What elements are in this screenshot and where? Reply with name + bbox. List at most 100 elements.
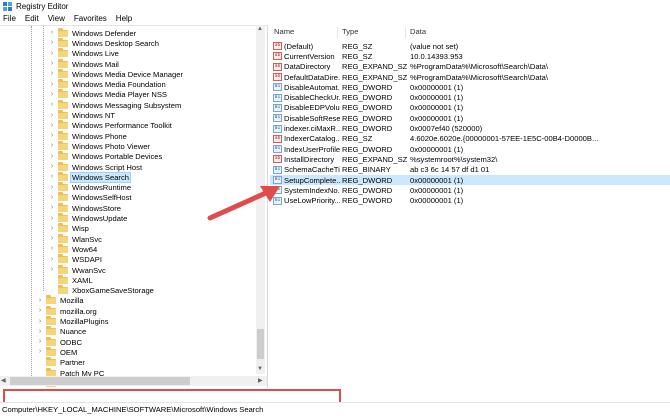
chevron-right-icon[interactable]: › xyxy=(49,163,55,171)
column-header-name[interactable]: Name xyxy=(274,27,294,38)
tree-item[interactable]: › WindowsRuntime xyxy=(49,182,132,193)
tree-item[interactable]: › WSDAPI xyxy=(49,254,103,265)
tree-item[interactable]: Partner xyxy=(37,357,86,368)
value-row[interactable]: 01 UseLowPriority... REG_DWORD 0x00000001 (… xyxy=(270,196,670,206)
scroll-right-icon[interactable]: ▶ xyxy=(258,377,263,385)
tree-item[interactable]: › WindowsSelfHost xyxy=(49,192,133,203)
column-header-data[interactable]: Data xyxy=(410,27,426,38)
value-row[interactable]: ab DataDirectory REG_EXPAND_SZ %ProgramData… xyxy=(270,62,670,72)
chevron-right-icon[interactable]: › xyxy=(37,348,43,356)
value-row[interactable]: 01 DisableAutomat... REG_DWORD 0x00000001 (… xyxy=(270,82,670,92)
value-row[interactable]: ab IndexerCatalog... REG_SZ 4.6020e.6020e.{… xyxy=(270,134,670,144)
chevron-right-icon[interactable]: › xyxy=(49,153,55,161)
tree-item[interactable]: › Windows Performance Toolkit xyxy=(49,120,173,131)
tree-item[interactable]: › ODBC xyxy=(37,336,83,347)
menu-view[interactable]: View xyxy=(48,14,65,23)
chevron-right-icon[interactable]: › xyxy=(49,101,55,109)
value-row[interactable]: 01IndexUserProfile...REG_DWORD 0x00000001… xyxy=(270,144,670,154)
tree-item[interactable]: › Windows NT xyxy=(49,110,116,120)
scroll-down-icon[interactable]: ▼ xyxy=(257,365,263,373)
tree-item[interactable]: › WwanSvc xyxy=(49,264,107,275)
menu-file[interactable]: File xyxy=(3,14,16,23)
values-list[interactable]: Name Type Data ab (Default) REG_SZ (value n… xyxy=(270,25,670,388)
tree-item[interactable]: › Windows Search xyxy=(49,171,131,183)
chevron-right-icon[interactable]: › xyxy=(49,256,55,264)
value-row[interactable]: 01 SchemaCacheTi... REG_BINARY ab c3 6c 14 … xyxy=(270,165,670,175)
tree-item[interactable]: › Wow64 xyxy=(49,243,98,254)
value-row[interactable]: 01 SetupComplete... REG_DWORD 0x00000001 (1… xyxy=(270,174,670,186)
chevron-right-icon[interactable]: › xyxy=(37,338,43,346)
tree-item[interactable]: › Windows Script Host xyxy=(49,161,143,172)
value-type: REG_DWORD xyxy=(342,113,393,123)
chevron-right-icon[interactable]: › xyxy=(49,70,55,78)
tree-horizontal-scrollbar[interactable]: ◀ ▶ xyxy=(0,376,267,386)
chevron-right-icon[interactable]: › xyxy=(37,318,43,326)
value-row[interactable]: 01 DisableEDPVolu... REG_DWORD 0x00000001 (… xyxy=(270,103,670,113)
tree-item[interactable]: › Windows Desktop Search xyxy=(49,37,160,48)
tree-item[interactable]: › Windows Mail xyxy=(49,58,120,69)
value-row[interactable]: ab (Default) REG_SZ (value not set) xyxy=(270,41,670,51)
chevron-right-icon[interactable]: › xyxy=(37,307,43,315)
tree-hscroll-thumb[interactable] xyxy=(10,377,190,385)
tree-item[interactable]: › Windows Media Foundation xyxy=(49,79,167,90)
chevron-right-icon[interactable]: › xyxy=(49,60,55,68)
tree-item[interactable]: › Nuance xyxy=(37,326,87,337)
scroll-up-icon[interactable]: ▲ xyxy=(257,25,263,33)
chevron-right-icon[interactable]: › xyxy=(37,328,43,336)
value-row[interactable]: ab CurrentVersion REG_SZ 10.0.14393.953 xyxy=(270,51,670,61)
value-row[interactable]: 01 DisableCheckUr... REG_DWORD 0x00000001 (… xyxy=(270,93,670,103)
tree-item[interactable]: XAML xyxy=(49,274,94,285)
tree-item[interactable]: › Windows Photo Viewer xyxy=(49,140,151,151)
value-type: REG_DWORD xyxy=(342,82,393,92)
value-row[interactable]: ab DefaultDataDire... REG_EXPAND_SZ %Progra… xyxy=(270,72,670,82)
chevron-right-icon[interactable]: › xyxy=(49,225,55,233)
chevron-right-icon[interactable]: › xyxy=(49,235,55,243)
tree-item[interactable]: › mozilla.org xyxy=(37,305,98,316)
tree-item[interactable]: XboxGameSaveStorage xyxy=(49,285,155,296)
tree-vscroll-thumb[interactable] xyxy=(257,329,264,359)
tree-item[interactable]: › Wisp xyxy=(49,223,90,234)
chevron-right-icon[interactable]: › xyxy=(37,297,43,305)
chevron-right-icon[interactable]: › xyxy=(49,215,55,223)
chevron-right-icon[interactable]: › xyxy=(49,112,55,120)
chevron-right-icon[interactable]: › xyxy=(49,81,55,89)
tree-item[interactable]: › Windows Phone xyxy=(49,130,128,141)
chevron-right-icon[interactable]: › xyxy=(49,194,55,202)
tree-item[interactable]: › Windows Portable Devices xyxy=(49,151,163,162)
chevron-right-icon[interactable]: › xyxy=(49,29,55,37)
chevron-right-icon[interactable]: › xyxy=(49,122,55,130)
chevron-right-icon[interactable]: › xyxy=(49,142,55,150)
tree-item[interactable]: › Windows Media Player NSS xyxy=(49,89,168,100)
address-bar[interactable]: Computer\HKEY_LOCAL_MACHINE\SOFTWARE\Mic… xyxy=(0,402,670,416)
chevron-right-icon[interactable]: › xyxy=(49,204,55,212)
scroll-left-icon[interactable]: ◀ xyxy=(1,377,6,385)
value-row[interactable]: 01 indexer.ciMaxR... REG_DWORD 0x0007ef40 (… xyxy=(270,123,670,133)
menu-help[interactable]: Help xyxy=(116,14,132,23)
chevron-right-icon[interactable]: › xyxy=(49,39,55,47)
tree-item[interactable]: › Windows Live xyxy=(49,48,120,59)
tree-item[interactable]: › OEM xyxy=(37,346,78,357)
value-row[interactable]: ab InstallDirectory REG_EXPAND_SZ %systemro… xyxy=(270,154,670,164)
chevron-right-icon[interactable]: › xyxy=(49,91,55,99)
chevron-right-icon[interactable]: › xyxy=(49,173,55,181)
value-row[interactable]: 01SystemIndexNo...REG_DWORD0x00000001 (1… xyxy=(270,185,670,195)
chevron-right-icon[interactable]: › xyxy=(49,132,55,140)
tree-item[interactable]: › WindowsUpdate xyxy=(49,213,128,223)
tree-item[interactable]: › Windows Media Device Manager xyxy=(49,68,184,79)
menu-edit[interactable]: Edit xyxy=(25,14,39,23)
tree-item[interactable]: › Windows Messaging Subsystem xyxy=(49,99,182,110)
chevron-right-icon[interactable]: › xyxy=(49,245,55,253)
column-separator[interactable] xyxy=(405,27,406,38)
value-row[interactable]: 01 DisableSoftReset REG_DWORD 0x00000001 (1… xyxy=(270,113,670,123)
tree-item[interactable]: › MozillaPlugins xyxy=(37,316,110,326)
chevron-right-icon[interactable]: › xyxy=(49,266,55,274)
chevron-right-icon[interactable]: › xyxy=(49,184,55,192)
menu-favorites[interactable]: Favorites xyxy=(74,14,107,23)
column-separator[interactable] xyxy=(337,27,338,38)
tree-item[interactable]: › Mozilla xyxy=(37,295,85,306)
column-header-type[interactable]: Type xyxy=(342,27,358,38)
chevron-right-icon[interactable]: › xyxy=(49,50,55,58)
tree-item[interactable]: › WindowsStore xyxy=(49,202,122,213)
tree-item[interactable]: › WlanSvc xyxy=(49,233,103,244)
tree-item[interactable]: › Windows Defender xyxy=(49,27,137,38)
